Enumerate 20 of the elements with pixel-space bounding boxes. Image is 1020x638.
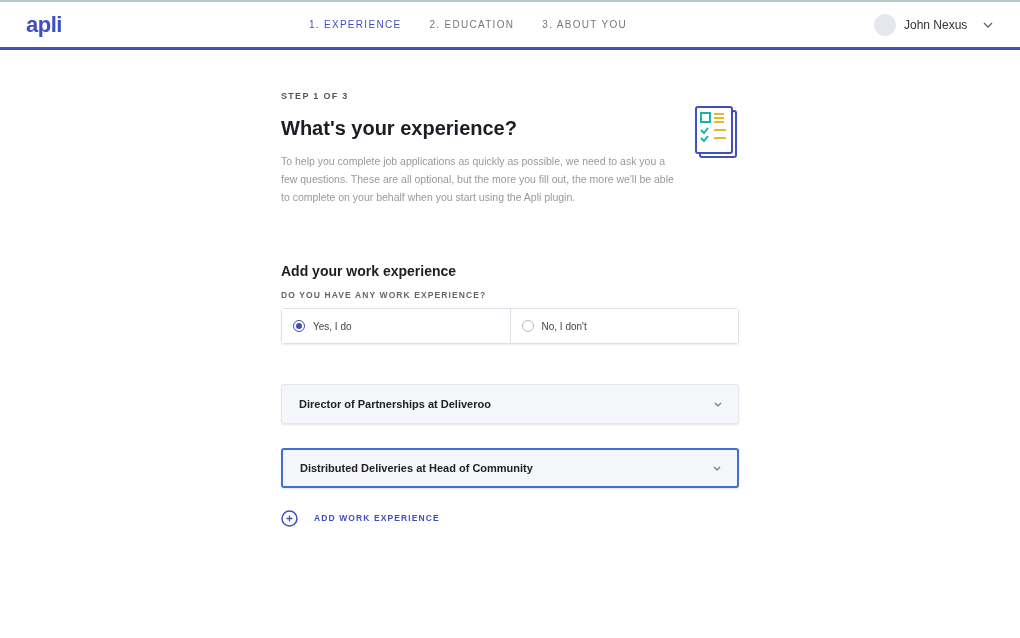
page-title: What's your experience? (281, 115, 518, 140)
logo: apli (26, 11, 62, 39)
step-tab[interactable]: 1. EXPERIENCE (308, 17, 402, 32)
chevron-down-icon (713, 465, 721, 471)
step-tab[interactable]: 3. ABOUT YOU (542, 17, 627, 32)
chevron-down-icon (714, 401, 722, 407)
step-indicator: STEP 1 OF 3 (281, 90, 350, 103)
step-tab[interactable]: 2. EDUCATION (429, 17, 515, 32)
add-circle-icon[interactable] (281, 510, 298, 528)
intro-text: To help you complete job applications as quickly as possible, we need to ask you a few questions. These are all optional, but the more you fill out, the more we'll be able to complete on your behalf when you start using the Apli plugin. (281, 153, 675, 206)
chevron-down-icon[interactable] (983, 21, 994, 28)
radio-option[interactable]: No, I don't (509, 309, 738, 344)
experience-item[interactable]: Distributed Deliveries at Head of Community (281, 448, 739, 489)
experience-item[interactable]: Director of Partnerships at Deliveroo (281, 384, 739, 425)
checklist-icon (693, 103, 739, 160)
add-work-experience-button[interactable]: ADD WORK EXPERIENCE (314, 512, 440, 526)
section-title: Add your work experience (281, 262, 458, 280)
question-label: DO YOU HAVE ANY WORK EXPERIENCE? (281, 289, 488, 303)
radio-option[interactable]: Yes, I do (282, 309, 510, 344)
user-name[interactable]: John Nexus (904, 15, 968, 34)
